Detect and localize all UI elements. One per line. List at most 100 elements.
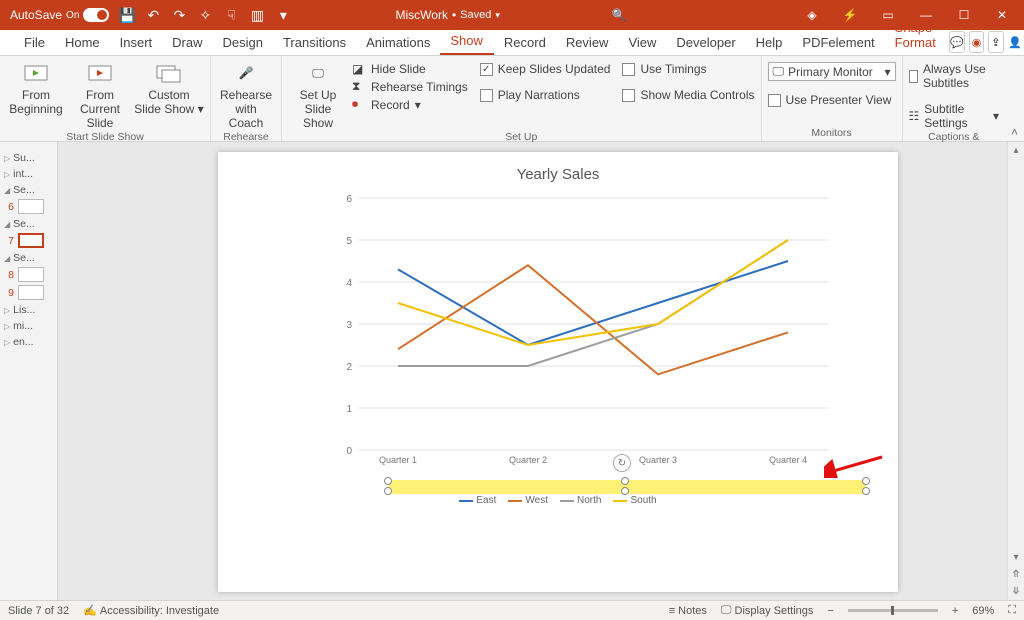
prev-slide-icon[interactable]: ⤊ [1008, 566, 1024, 583]
zoom-in-button[interactable]: + [952, 605, 958, 617]
custom-show-button[interactable]: Custom Slide Show ▾ [134, 60, 204, 117]
tab-design[interactable]: Design [213, 31, 273, 55]
setup-show-button[interactable]: 🖵 Set Up Slide Show [288, 60, 348, 130]
tab-record[interactable]: Record [494, 31, 556, 55]
slide-thumb[interactable]: 8 [4, 267, 53, 282]
svg-text:1: 1 [346, 404, 352, 415]
person-icon: ✍ [83, 604, 97, 617]
legend-item: West [508, 495, 548, 506]
svg-text:Quarter 4: Quarter 4 [769, 455, 807, 465]
tab-slideshow[interactable]: Slide Show [440, 14, 494, 55]
vertical-scrollbar[interactable]: ▴ ▾ ⤊ ⤋ [1007, 142, 1024, 600]
selection-handle-icon[interactable] [621, 477, 629, 485]
rehearse-coach-button[interactable]: 🎤 Rehearse with Coach [217, 60, 275, 130]
scroll-up-icon[interactable]: ▴ [1008, 142, 1024, 159]
tab-animations[interactable]: Animations [356, 31, 440, 55]
account-icon[interactable]: 👤 [1008, 31, 1022, 53]
subtitle-settings-button[interactable]: ☷Subtitle Settings ▾ [909, 102, 999, 130]
monitor-icon: 🖵 [773, 64, 785, 79]
present-icon[interactable]: ▥ [249, 7, 265, 23]
save-icon[interactable]: 💾 [119, 7, 135, 23]
notes-icon: ≡ [669, 605, 675, 617]
section-header[interactable]: ◢Se... [4, 184, 53, 196]
tab-draw[interactable]: Draw [162, 31, 212, 55]
svg-text:5: 5 [346, 236, 352, 247]
play-start-icon [22, 62, 50, 86]
zoom-level[interactable]: 69% [972, 605, 994, 617]
svg-text:4: 4 [346, 278, 352, 289]
collapse-ribbon-icon[interactable]: ˄ [1005, 123, 1024, 141]
slide-indicator[interactable]: Slide 7 of 32 [8, 605, 69, 617]
tab-file[interactable]: File [14, 31, 55, 55]
chart-legend: EastWestNorthSouth [218, 494, 898, 507]
group-setup: 🖵 Set Up Slide Show ◪Hide Slide ⧗Rehears… [282, 56, 762, 141]
from-current-button[interactable]: From Current Slide [70, 60, 130, 130]
tab-review[interactable]: Review [556, 31, 619, 55]
accessibility-button[interactable]: ✍ Accessibility: Investigate [83, 604, 219, 617]
from-beginning-button[interactable]: From Beginning [6, 60, 66, 117]
diamond-icon[interactable]: ◈ [794, 0, 830, 30]
zoom-out-button[interactable]: − [827, 605, 833, 617]
section-header[interactable]: ▷mi... [4, 320, 53, 332]
use-timings-check[interactable]: Use Timings [622, 62, 754, 76]
share-icon[interactable]: ⇪ [988, 31, 1003, 53]
coach-icon: 🎤 [232, 62, 260, 86]
tab-pdfelement[interactable]: PDFelement [792, 31, 884, 55]
section-header[interactable]: ▷en... [4, 336, 53, 348]
slide-canvas[interactable]: Yearly Sales 0123456Quarter 1Quarter 2Qu… [58, 142, 1024, 600]
search-button[interactable]: 🔍 [604, 8, 634, 22]
wand-icon[interactable]: ✧ [197, 7, 213, 23]
animation-marker-icon[interactable]: ↻ [613, 454, 631, 472]
slide-thumb[interactable]: 6 [4, 199, 53, 214]
qat-more-icon[interactable]: ▾ [275, 7, 291, 23]
show-media-check[interactable]: Show Media Controls [622, 88, 754, 102]
tab-transitions[interactable]: Transitions [273, 31, 356, 55]
rehearse-timings-button[interactable]: ⧗Rehearse Timings [352, 79, 468, 94]
chart[interactable]: 0123456Quarter 1Quarter 2Quarter 3Quarte… [328, 188, 838, 488]
fit-to-window-button[interactable]: ⛶ [1008, 604, 1016, 617]
slide-thumb[interactable]: 9 [4, 285, 53, 300]
notes-button[interactable]: ≡Notes [669, 605, 707, 617]
autosave-toggle[interactable]: AutoSave On [10, 8, 109, 22]
toggle-pill-icon[interactable] [83, 8, 109, 22]
tab-view[interactable]: View [618, 31, 666, 55]
section-header[interactable]: ◢Se... [4, 218, 53, 230]
play-narrations-check[interactable]: Play Narrations [480, 88, 611, 102]
section-header[interactable]: ▷Su... [4, 152, 53, 164]
keep-updated-check[interactable]: ✓Keep Slides Updated [480, 62, 611, 76]
svg-text:2: 2 [346, 362, 352, 373]
always-subtitles-check[interactable]: Always Use Subtitles [909, 62, 999, 90]
section-header[interactable]: ◢Se... [4, 252, 53, 264]
redo-icon[interactable]: ↷ [171, 7, 187, 23]
next-slide-icon[interactable]: ⤋ [1008, 583, 1024, 600]
tab-help[interactable]: Help [746, 31, 793, 55]
svg-text:Quarter 1: Quarter 1 [379, 455, 417, 465]
tab-insert[interactable]: Insert [110, 31, 163, 55]
record-icon[interactable]: ◉ [969, 31, 984, 53]
touch-icon[interactable]: ☟ [223, 7, 239, 23]
tab-home[interactable]: Home [55, 31, 110, 55]
monitor-select[interactable]: 🖵 Primary Monitor ▾ [768, 62, 896, 81]
zoom-slider[interactable] [848, 609, 938, 612]
group-rehearse: 🎤 Rehearse with Coach Rehearse [211, 56, 282, 141]
setup-icon: 🖵 [304, 62, 332, 86]
maximize-button[interactable]: ☐ [946, 0, 982, 30]
section-header[interactable]: ▷Lis... [4, 304, 53, 316]
close-button[interactable]: ✕ [984, 0, 1020, 30]
presenter-view-check[interactable]: Use Presenter View [768, 93, 896, 107]
undo-icon[interactable]: ↶ [145, 7, 161, 23]
tab-developer[interactable]: Developer [666, 31, 745, 55]
selection-handle-icon[interactable] [384, 477, 392, 485]
display-settings-button[interactable]: 🖵Display Settings [721, 604, 813, 617]
monitor-icon: 🖵 [721, 604, 732, 617]
record-button[interactable]: ⏺Record ▾ [352, 97, 468, 112]
lightning-icon[interactable]: ⚡ [832, 0, 868, 30]
slide[interactable]: Yearly Sales 0123456Quarter 1Quarter 2Qu… [218, 152, 898, 592]
comments-icon[interactable]: 💬 [949, 31, 965, 53]
slide-thumbnail-panel[interactable]: ▷Su... ▷int... ◢Se... 6 ◢Se... 7 ◢Se... … [0, 142, 58, 600]
hide-slide-button[interactable]: ◪Hide Slide [352, 62, 468, 76]
scroll-down-icon[interactable]: ▾ [1008, 549, 1024, 566]
slide-thumb-selected[interactable]: 7 [4, 233, 53, 248]
tab-shape-format[interactable]: Shape Format [885, 16, 947, 55]
section-header[interactable]: ▷int... [4, 168, 53, 180]
